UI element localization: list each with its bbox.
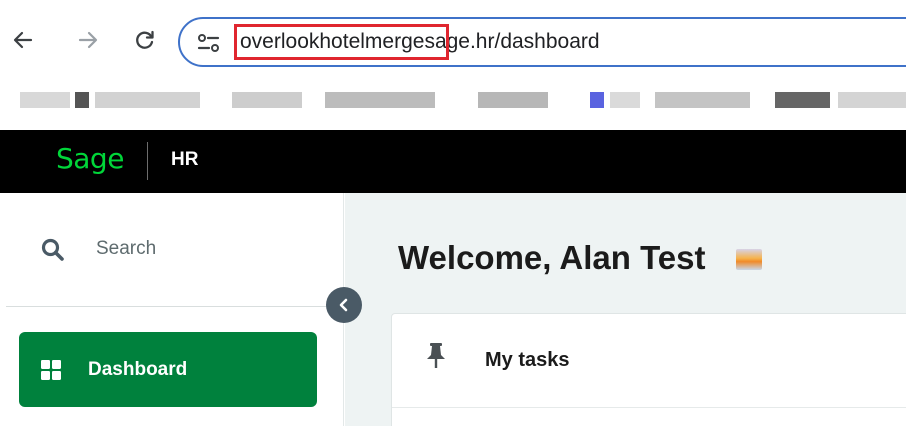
main-content: Welcome, Alan Test My tasks <box>345 193 906 426</box>
back-button[interactable] <box>8 25 38 55</box>
browser-toolbar: overlookhotelmergesage.hr/dashboard <box>0 0 906 85</box>
bookmark-item[interactable] <box>95 92 200 108</box>
grid-icon <box>41 360 61 380</box>
address-bar[interactable]: overlookhotelmergesage.hr/dashboard <box>178 17 906 67</box>
arrow-left-icon <box>13 31 33 49</box>
sidebar: Search Dashboard <box>0 193 344 426</box>
bookmark-item[interactable] <box>590 92 604 108</box>
divider <box>392 407 906 408</box>
bookmark-item[interactable] <box>75 92 89 108</box>
bookmark-item[interactable] <box>20 92 70 108</box>
header-divider <box>147 142 148 180</box>
app-header: Sage HR <box>0 130 906 193</box>
bookmark-item[interactable] <box>325 92 435 108</box>
bookmark-item[interactable] <box>655 92 750 108</box>
chevron-left-icon <box>339 298 348 312</box>
search-input[interactable]: Search <box>96 238 156 260</box>
product-label: HR <box>171 149 199 170</box>
bookmark-item[interactable] <box>232 92 302 108</box>
reload-icon <box>136 30 154 49</box>
arrow-right-icon <box>78 31 98 49</box>
divider <box>6 306 344 307</box>
my-tasks-card: My tasks <box>391 313 906 426</box>
sunrise-emoji-icon <box>736 249 762 270</box>
forward-button[interactable] <box>73 25 103 55</box>
subdomain-highlight-box <box>234 24 449 60</box>
collapse-sidebar-button[interactable] <box>326 287 362 323</box>
bookmark-item[interactable] <box>478 92 548 108</box>
sidebar-item-dashboard[interactable]: Dashboard <box>19 332 317 407</box>
bookmark-item[interactable] <box>838 92 906 108</box>
bookmark-item[interactable] <box>775 92 830 108</box>
url-path: sage.hr/dashboard <box>424 30 600 53</box>
pin-icon <box>427 343 445 368</box>
sage-logo[interactable]: Sage <box>56 142 124 175</box>
search-icon[interactable] <box>40 237 66 263</box>
sidebar-item-label: Dashboard <box>88 359 188 380</box>
reload-button[interactable] <box>130 25 160 55</box>
site-info-icon[interactable] <box>196 31 222 55</box>
card-title[interactable]: My tasks <box>485 349 570 372</box>
page-title: Welcome, Alan Test <box>398 239 706 276</box>
bookmark-item[interactable] <box>610 92 640 108</box>
